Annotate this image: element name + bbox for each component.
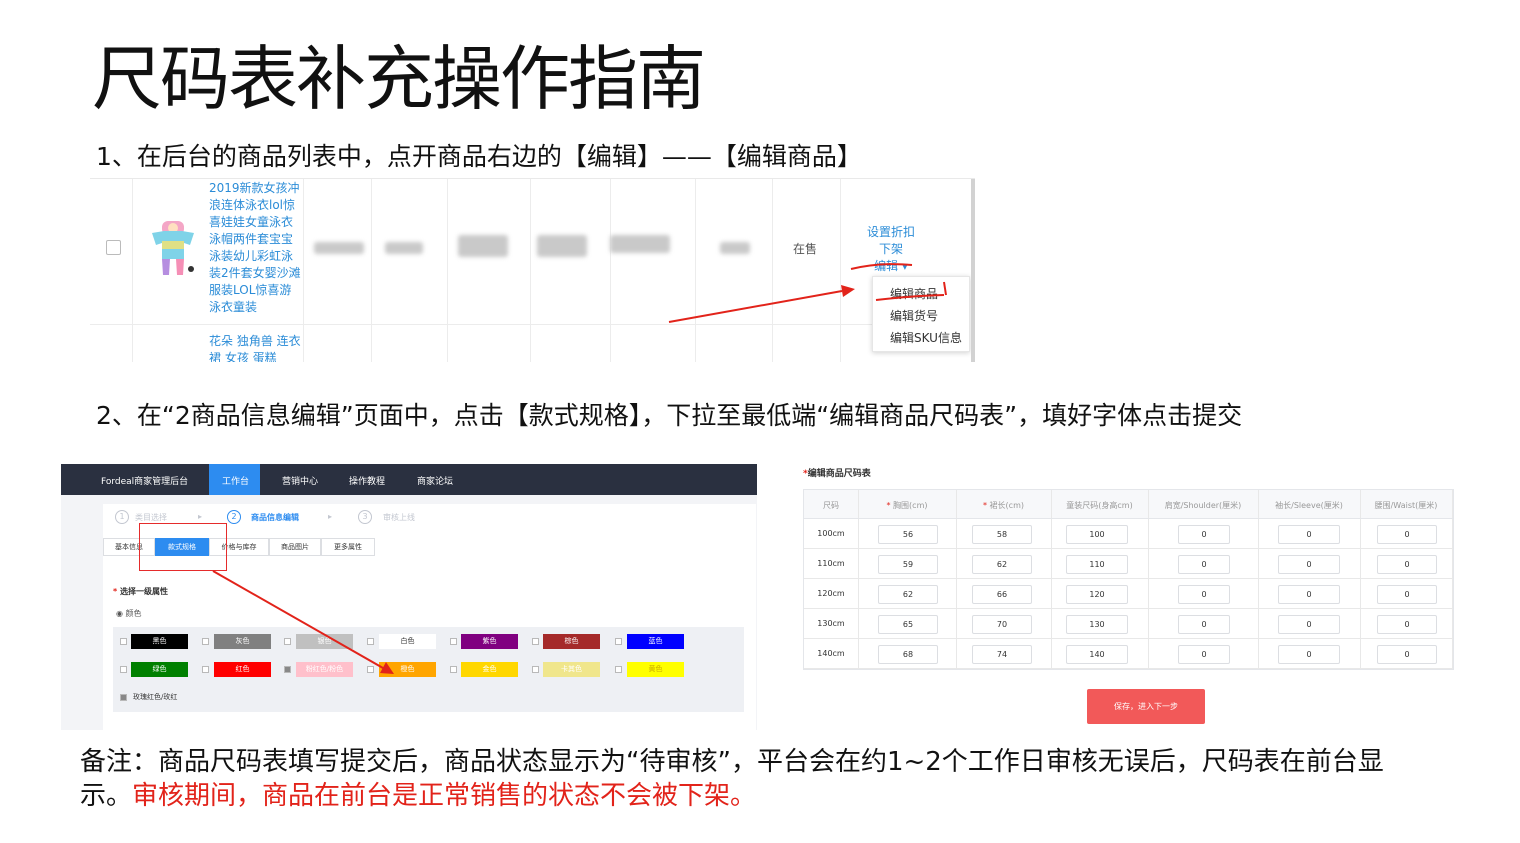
edit-product-tick: [943, 281, 947, 296]
footnote-warning: 审核期间，商品在前台是正常销售的状态不会被下架。: [132, 781, 757, 811]
footnote: 备注：商品尺码表填写提交后，商品状态显示为“待审核”，平台会在约1~2个工作日审…: [80, 745, 1400, 813]
arrow-to-color-options: [212, 570, 384, 669]
arrow-to-edit-product: [668, 290, 843, 323]
arrowhead-icon: [841, 285, 855, 297]
annotation-overlay: [212, 263, 947, 674]
edit-underline: [850, 263, 913, 270]
edit-product-underline: [875, 294, 945, 301]
